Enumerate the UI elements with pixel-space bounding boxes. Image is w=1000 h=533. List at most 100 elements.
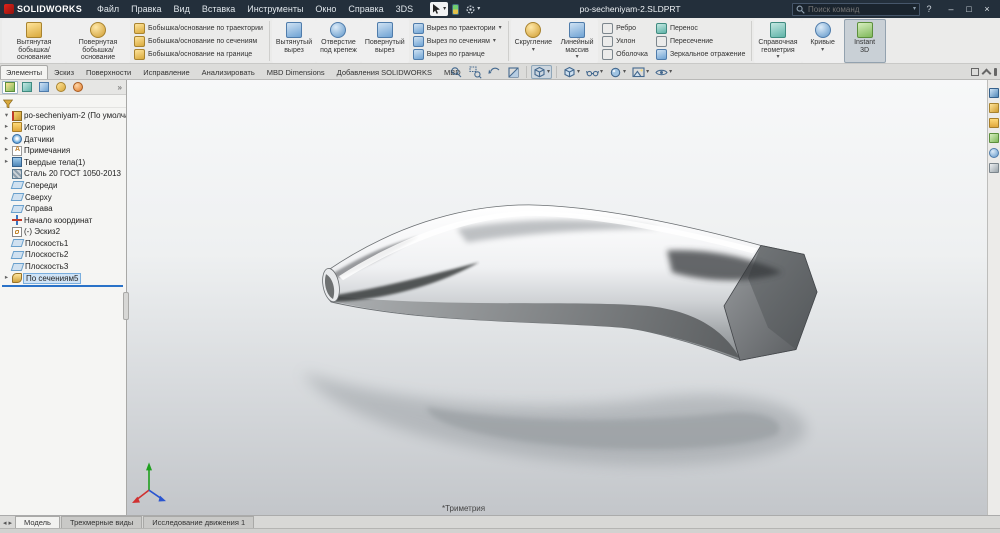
select-tool-button[interactable]: ▾ [430, 2, 448, 16]
custom-properties-icon[interactable] [989, 163, 999, 173]
tree-item-sketch2[interactable]: (-) Эскиз2 [0, 226, 126, 238]
edit-appearance-button[interactable]: ▾ [607, 65, 628, 79]
menu-window[interactable]: Окно [310, 2, 341, 16]
dimxpertmanager-tab[interactable] [53, 81, 69, 94]
fillet-dropdown-icon[interactable]: ▾ [532, 47, 535, 53]
3d-views-tab[interactable]: Трехмерные виды [61, 516, 142, 528]
tree-item-annotations[interactable]: ▸Примечания [0, 145, 126, 157]
options-dropdown-icon[interactable]: ▾ [477, 6, 480, 12]
menu-view[interactable]: Вид [169, 2, 195, 16]
reference-geometry-button[interactable]: Справочнаягеометрия ▾ [754, 19, 801, 63]
tab-mbd-dimensions[interactable]: MBD Dimensions [261, 65, 331, 79]
expand-arrow-icon[interactable]: ▸ [3, 147, 10, 154]
swept-boss-button[interactable]: Бобышка/основание по траектории [134, 22, 263, 34]
panel-splitter-handle[interactable] [123, 292, 129, 320]
tree-item-plane1[interactable]: Плоскость1 [0, 238, 126, 250]
zoom-area-button[interactable] [467, 65, 484, 79]
lofted-cut-button[interactable]: Вырез по сечениям▾ [413, 35, 502, 47]
tree-item-sensors[interactable]: ▸Датчики [0, 133, 126, 145]
maximize-button[interactable]: □ [960, 2, 978, 16]
dropdown-icon[interactable]: ▾ [493, 38, 496, 44]
design-library-icon[interactable] [989, 103, 999, 113]
select-dropdown-icon[interactable]: ▾ [443, 6, 446, 12]
help-button[interactable]: ? [922, 4, 936, 14]
intersect-button[interactable]: Пересечение [656, 35, 745, 47]
expand-arrow-icon[interactable]: ▸ [3, 136, 10, 143]
lofted-boss-button[interactable]: Бобышка/основание по сечениям [134, 35, 263, 47]
pattern-dropdown-icon[interactable]: ▾ [576, 54, 579, 60]
menu-insert[interactable]: Вставка [197, 2, 240, 16]
move-button[interactable]: Перенос [656, 22, 745, 34]
rebuild-button[interactable] [450, 2, 461, 16]
tree-item-front-plane[interactable]: Спереди [0, 180, 126, 192]
boundary-boss-button[interactable]: Бобышка/основание на границе [134, 48, 263, 60]
linear-pattern-button[interactable]: Линейныймассив ▾ [556, 19, 598, 63]
motion-study-tab[interactable]: Исследование движения 1 [143, 516, 254, 528]
previous-view-button[interactable] [486, 65, 503, 79]
menu-tools[interactable]: Инструменты [242, 2, 308, 16]
expand-arrow-icon[interactable]: ▸ [3, 124, 10, 131]
tab-sketch[interactable]: Эскиз [48, 65, 80, 79]
tab-evaluate[interactable]: Анализировать [196, 65, 261, 79]
undock-icon[interactable] [971, 68, 979, 76]
display-style-dropdown-icon[interactable]: ▾ [577, 69, 580, 75]
collapse-arrow-icon[interactable]: ▾ [3, 113, 10, 120]
options-button[interactable]: ▾ [463, 2, 482, 16]
menu-help[interactable]: Справка [343, 2, 388, 16]
view-settings-button[interactable]: ▾ [653, 65, 674, 79]
tab-addins[interactable]: Добавления SOLIDWORKS [331, 65, 438, 79]
configurationmanager-tab[interactable] [36, 81, 52, 94]
search-dropdown-icon[interactable]: ▾ [913, 6, 916, 12]
view-settings-dropdown-icon[interactable]: ▾ [669, 69, 672, 75]
revolved-cut-button[interactable]: Повернутыйвырез [361, 19, 409, 63]
tree-item-solid-bodies[interactable]: ▸Твердые тела(1) [0, 156, 126, 168]
file-explorer-icon[interactable] [989, 118, 999, 128]
tab-features[interactable]: Элементы [0, 65, 48, 79]
menu-3ds[interactable]: 3DS [391, 2, 419, 16]
scene-dropdown-icon[interactable]: ▾ [646, 69, 649, 75]
panel-overflow-icon[interactable]: » [116, 83, 124, 92]
zoom-fit-button[interactable] [448, 65, 465, 79]
close-button[interactable]: × [978, 2, 996, 16]
collapse-ribbon-icon[interactable] [982, 69, 992, 79]
tree-item-material[interactable]: Сталь 20 ГОСТ 1050-2013 [0, 168, 126, 180]
rollback-bar[interactable] [2, 285, 123, 287]
appearance-dropdown-icon[interactable]: ▾ [623, 69, 626, 75]
tree-item-right-plane[interactable]: Справа [0, 203, 126, 215]
command-search[interactable]: ▾ [792, 3, 920, 16]
hide-show-dropdown-icon[interactable]: ▾ [600, 69, 603, 75]
scroll-left-icon[interactable]: ◂ [3, 519, 7, 527]
mirror-button[interactable]: Зеркальное отражение [656, 48, 745, 60]
menu-file[interactable]: Файл [92, 2, 124, 16]
search-input[interactable] [808, 5, 910, 14]
tree-root[interactable]: ▾po-secheniyam-2 (По умолчанию) <<П [0, 110, 126, 122]
boundary-cut-button[interactable]: Вырез по границе [413, 48, 502, 60]
hide-show-items-button[interactable]: ▾ [584, 65, 605, 79]
tree-item-loft5[interactable]: ▸По сечениям5 [0, 272, 126, 284]
swept-cut-button[interactable]: Вырез по траектории▾ [413, 22, 502, 34]
featuremanager-tab[interactable] [2, 81, 18, 94]
section-view-button[interactable] [505, 65, 522, 79]
draft-button[interactable]: Уклон [602, 35, 648, 47]
view-orientation-dropdown-icon[interactable]: ▾ [547, 69, 550, 75]
tree-item-history[interactable]: ▸История [0, 122, 126, 134]
expand-arrow-icon[interactable]: ▸ [3, 159, 10, 166]
appearances-icon[interactable] [989, 148, 999, 158]
refgeom-dropdown-icon[interactable]: ▾ [776, 54, 779, 60]
minimize-button[interactable]: – [942, 2, 960, 16]
rib-button[interactable]: Ребро [602, 22, 648, 34]
dropdown-icon[interactable]: ▾ [499, 25, 502, 31]
tree-item-plane2[interactable]: Плоскость2 [0, 249, 126, 261]
model-tab[interactable]: Модель [15, 516, 60, 528]
tree-item-plane3[interactable]: Плоскость3 [0, 261, 126, 273]
apply-scene-button[interactable]: ▾ [630, 65, 651, 79]
propertymanager-tab[interactable] [19, 81, 35, 94]
instant3d-button[interactable]: Instant3D [844, 19, 886, 63]
graphics-viewport[interactable]: *Триметрия [127, 80, 987, 515]
curves-button[interactable]: Кривые ▾ [802, 19, 844, 63]
extruded-boss-button[interactable]: Вытянутаябобышка/основание [2, 19, 66, 63]
filter-funnel-icon[interactable] [3, 96, 13, 106]
tab-repair[interactable]: Исправление [137, 65, 195, 79]
resources-icon[interactable] [989, 88, 999, 98]
scroll-right-icon[interactable]: ▸ [9, 519, 13, 527]
